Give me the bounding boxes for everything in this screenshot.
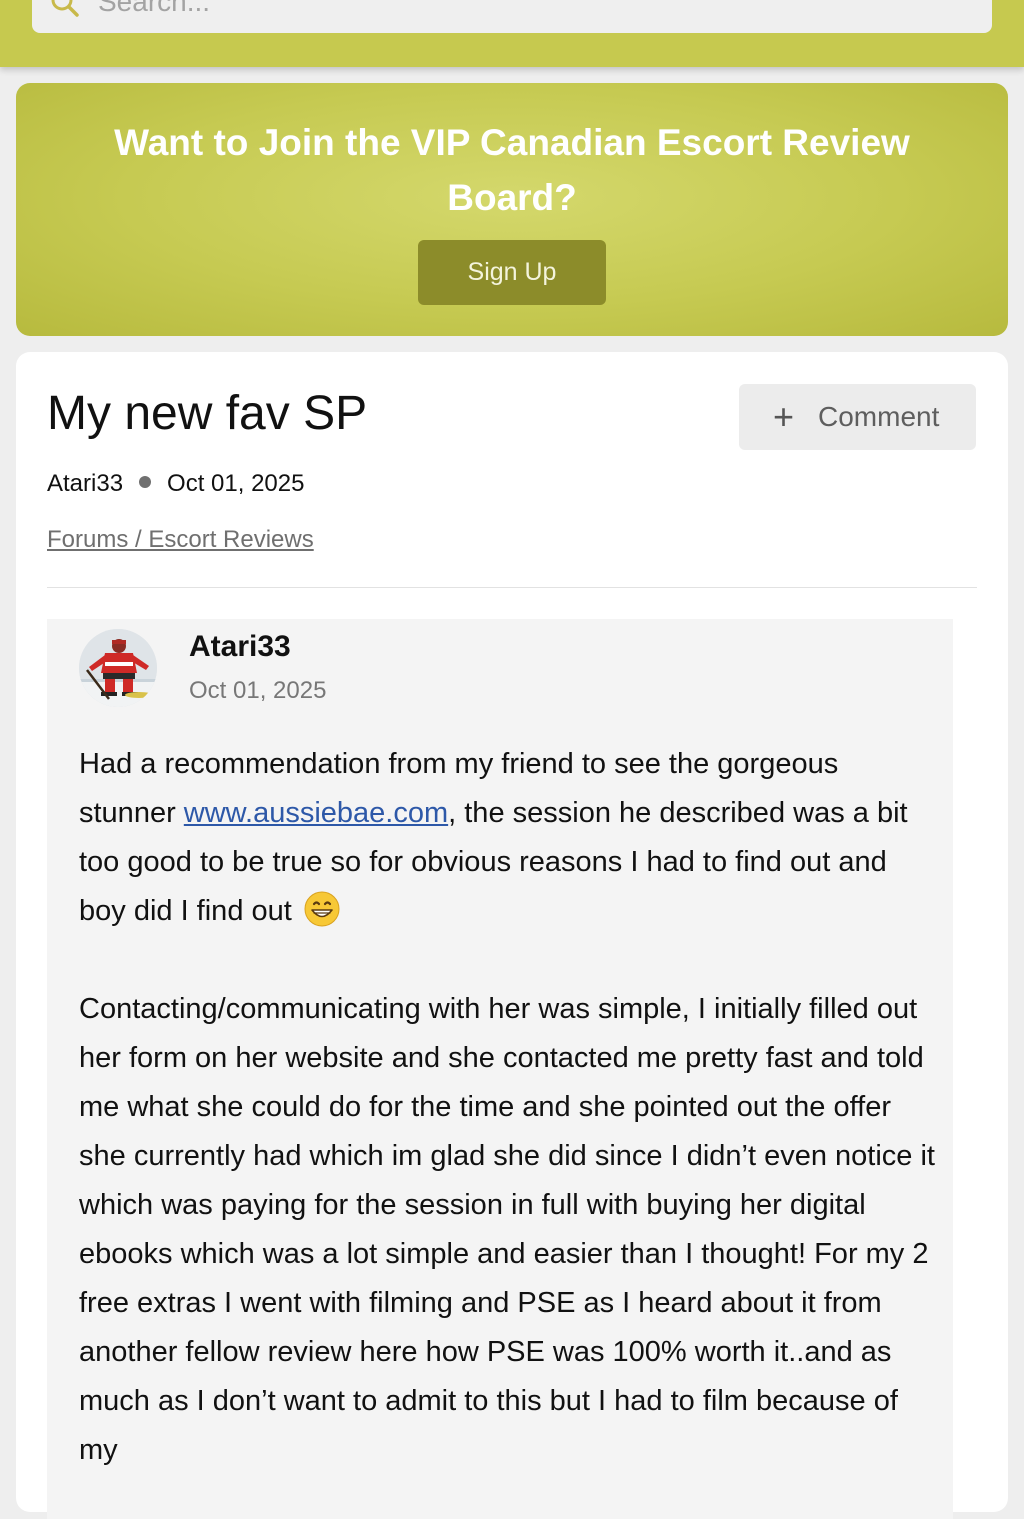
post-paragraph: Contacting/communicating with her was si…	[79, 993, 935, 1466]
website-link[interactable]: www.aussiebae.com	[184, 797, 448, 829]
separator-dot-icon	[139, 476, 152, 488]
thread-meta: Atari33 Oct 01, 2025	[47, 467, 304, 501]
vip-signup-banner: Want to Join the VIP Canadian Escort Rev…	[16, 83, 1008, 336]
plus-icon: +	[773, 396, 795, 437]
search-box[interactable]	[32, 0, 992, 33]
sign-up-button[interactable]: Sign Up	[418, 240, 606, 305]
post: Atari33 Oct 01, 2025 Had a recommendatio…	[47, 619, 953, 1519]
avatar[interactable]	[79, 629, 157, 707]
thread-card: My new fav SP + Comment Atari33 Oct 01, 2…	[16, 352, 1008, 1519]
post-author-name[interactable]: Atari33	[189, 627, 291, 667]
search-input[interactable]	[98, 0, 958, 24]
thread-title: My new fav SP	[47, 387, 368, 440]
post-body: Had a recommendation from my friend to s…	[79, 740, 939, 1475]
thread-author[interactable]: Atari33	[47, 470, 123, 497]
search-icon[interactable]	[50, 0, 80, 18]
post-date: Oct 01, 2025	[189, 677, 327, 704]
top-search-bar	[0, 0, 1024, 67]
thread-date: Oct 01, 2025	[167, 470, 305, 497]
grinning-face-emoji-icon	[304, 891, 340, 927]
hockey-player-avatar-icon	[79, 629, 157, 707]
add-comment-button[interactable]: + Comment	[739, 384, 976, 450]
divider	[47, 587, 977, 588]
banner-title: Want to Join the VIP Canadian Escort Rev…	[114, 122, 910, 218]
comment-button-label: Comment	[818, 401, 940, 432]
breadcrumb[interactable]: Forums / Escort Reviews	[47, 523, 314, 557]
post-paragraph: Had a recommendation from my friend to s…	[79, 740, 939, 936]
